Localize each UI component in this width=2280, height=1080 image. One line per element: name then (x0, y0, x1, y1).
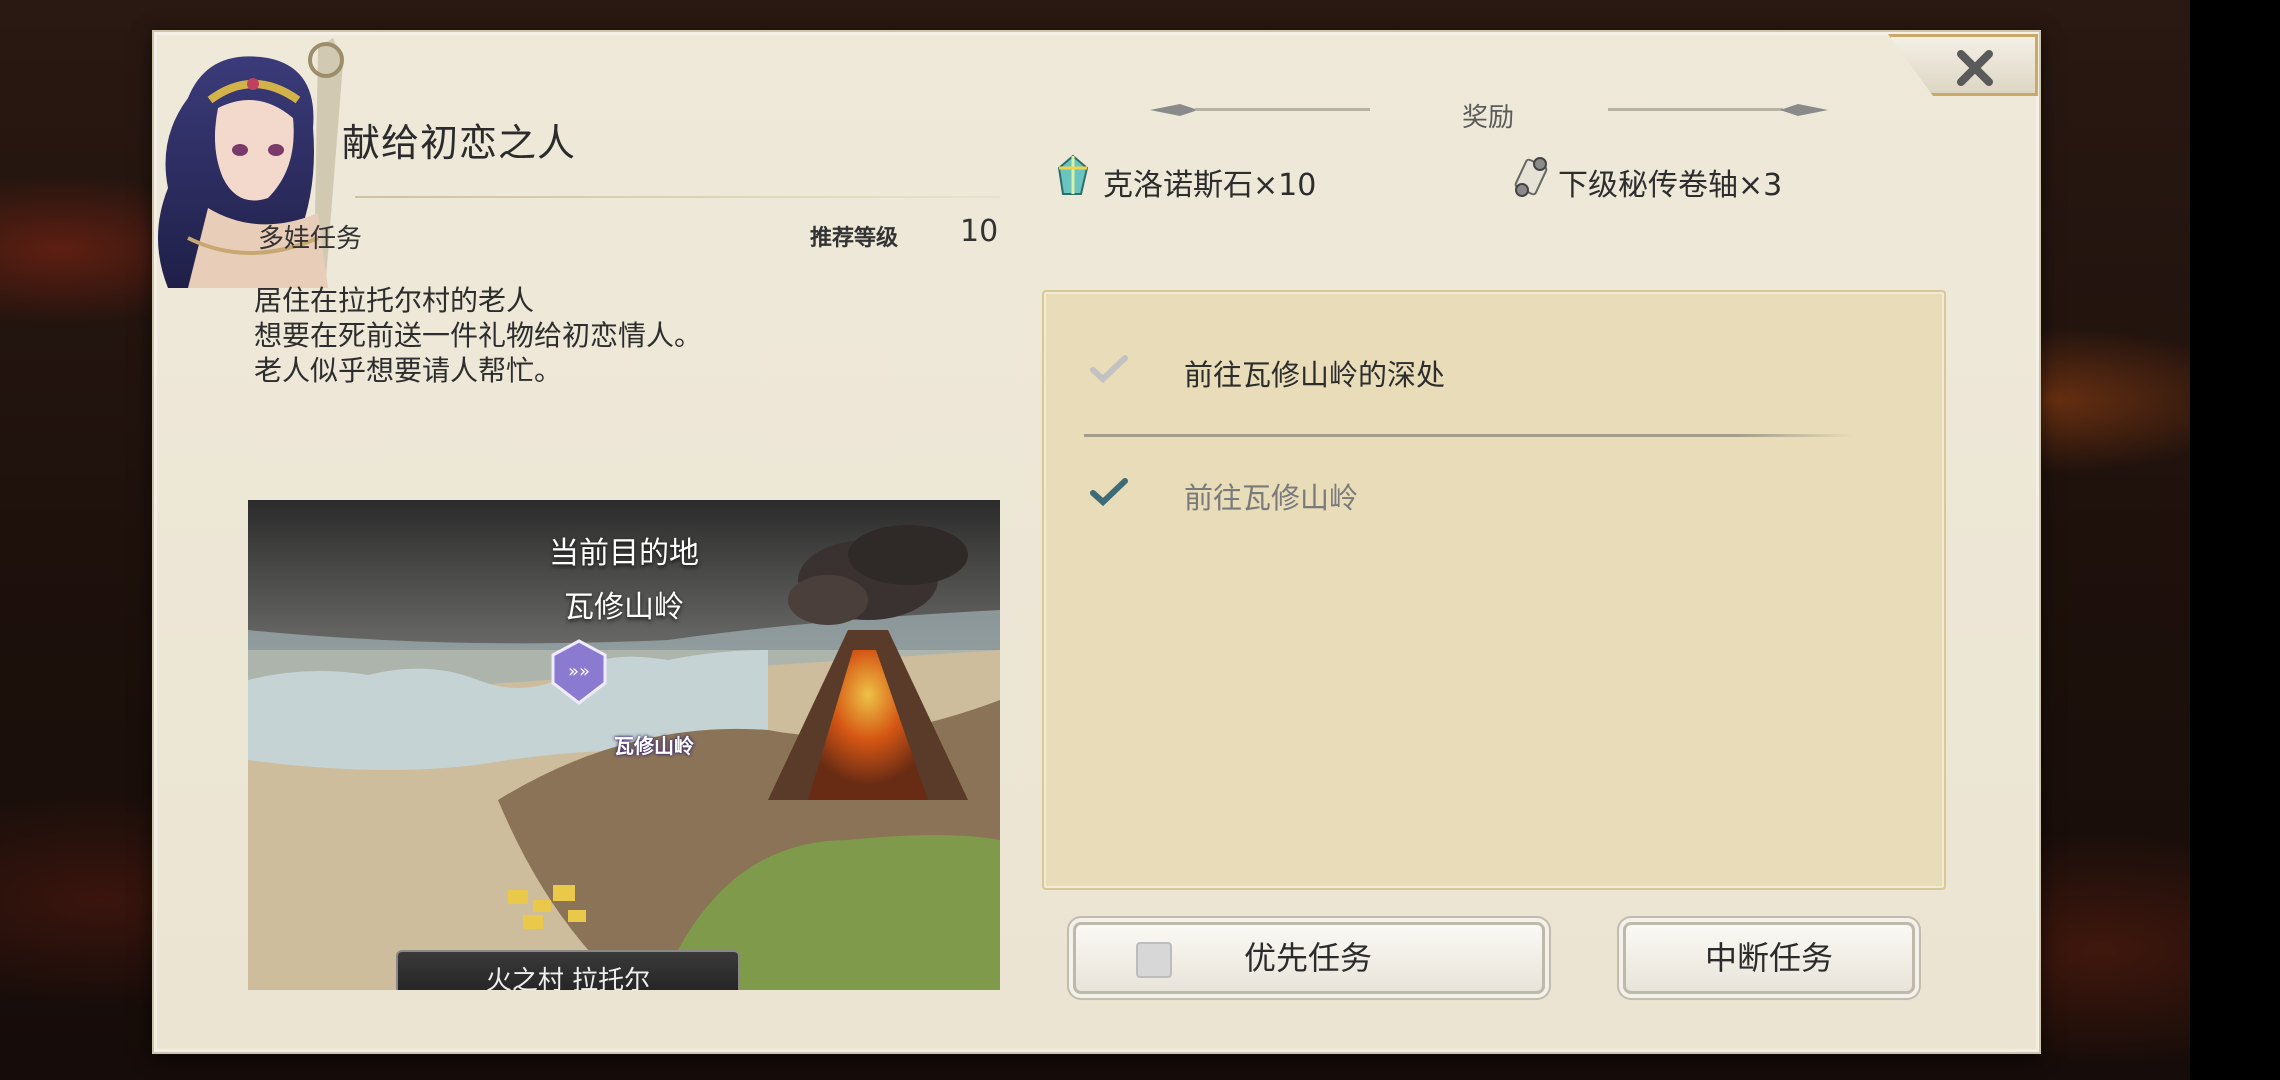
quest-type: 多娃任务 (258, 224, 363, 254)
screen-edge-bar (2190, 0, 2280, 1080)
quest-title: 献给初恋之人 (342, 121, 577, 165)
title-divider (355, 196, 1000, 198)
close-icon (1957, 50, 1993, 86)
objective-label: 前往瓦修山岭的深处 (1184, 358, 1446, 392)
character-portrait (158, 38, 344, 288)
current-destination-label: 当前目的地 (549, 536, 699, 571)
quest-description: 居住在拉托尔村的老人 想要在死前送一件礼物给初恋情人。 老人似乎想要请人帮忙。 (254, 283, 702, 388)
objectives-box: 前往瓦修山岭的深处 前往瓦修山岭 (1042, 290, 1946, 890)
description-line: 老人似乎想要请人帮忙。 (254, 354, 563, 387)
destination-name: 瓦修山岭 (564, 590, 684, 625)
map-marker-label: 瓦修山岭 (614, 734, 694, 758)
recommended-level-value: 10 (960, 214, 999, 249)
reward-ornament-right (1608, 104, 1828, 116)
description-line: 居住在拉托尔村的老人 (254, 284, 535, 317)
svg-text:»»: »» (568, 661, 590, 682)
abort-quest-button[interactable]: 中断任务 (1623, 922, 1915, 994)
priority-quest-label: 优先任务 (1244, 939, 1373, 977)
destination-map[interactable]: »» 当前目的地 瓦修山岭 瓦修山岭 火之村 拉托尔 (248, 500, 1000, 990)
reward-label: 下级秘传卷轴×3 (1558, 168, 1783, 203)
chronos-stone-icon (1057, 154, 1089, 195)
objective-label: 前往瓦修山岭 (1184, 481, 1359, 515)
reward-ornament-left (1150, 104, 1370, 116)
recommended-level-label: 推荐等级 (810, 226, 899, 251)
rewards-header: 奖励 (1462, 103, 1515, 133)
reward-label: 克洛诺斯石×10 (1103, 168, 1317, 203)
check-icon (1090, 478, 1128, 507)
village-label[interactable]: 火之村 拉托尔 (396, 950, 740, 990)
scroll-icon (1514, 157, 1548, 197)
description-line: 想要在死前送一件礼物给初恋情人。 (254, 319, 703, 352)
priority-quest-button[interactable]: 优先任务 (1073, 922, 1545, 994)
check-icon (1090, 355, 1128, 384)
priority-checkbox[interactable] (1136, 942, 1172, 978)
objective-divider (1084, 434, 1854, 437)
